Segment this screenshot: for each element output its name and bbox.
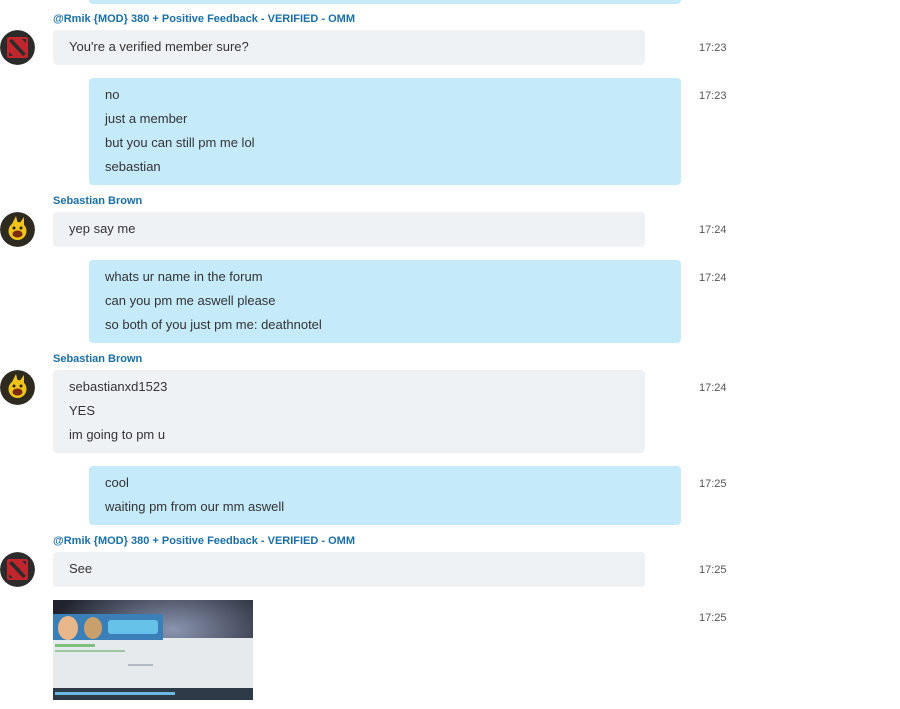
message-bubble-incoming[interactable]: See (53, 552, 645, 587)
avatar-sebastian[interactable] (0, 370, 35, 405)
message-line: See (69, 561, 93, 576)
message-line: yep say me (69, 221, 136, 236)
message-timestamp: 17:25 (699, 612, 727, 624)
message-line: sebastianxd1523 (69, 379, 168, 394)
message-line: sebastian (105, 159, 161, 174)
character-avatar-icon (0, 212, 35, 247)
message-timestamp: 17:24 (699, 382, 727, 394)
message-timestamp: 17:24 (699, 224, 727, 236)
message-bubble-outgoing[interactable]: no just a member but you can still pm me… (89, 78, 681, 185)
sender-name[interactable]: @Rmik {MOD} 380 + Positive Feedback - VE… (53, 13, 355, 25)
photo-thumbnail-icon (53, 600, 253, 700)
dota-logo-icon (0, 552, 35, 587)
message-timestamp: 17:23 (699, 42, 727, 54)
message-line: can you pm me aswell please (105, 293, 276, 308)
avatar-rmik[interactable] (0, 30, 35, 65)
message-line: YES (69, 403, 96, 418)
message-line: just a member (105, 111, 188, 126)
avatar-sebastian[interactable] (0, 212, 35, 247)
message-line: im going to pm u (69, 427, 166, 442)
previous-outgoing-bubble-edge (89, 0, 681, 4)
message-line: You're a verified member sure? (69, 39, 249, 54)
message-line: whats ur name in the forum (105, 269, 263, 284)
message-bubble-incoming[interactable]: You're a verified member sure? (53, 30, 645, 65)
message-timestamp: 17:25 (699, 564, 727, 576)
message-timestamp: 17:24 (699, 272, 727, 284)
message-bubble-outgoing[interactable]: cool waiting pm from our mm aswell (89, 466, 681, 525)
message-bubble-incoming[interactable]: yep say me (53, 212, 645, 247)
message-line: waiting pm from our mm aswell (105, 499, 285, 514)
message-bubble-incoming[interactable]: sebastianxd1523 YES im going to pm u (53, 370, 645, 453)
sender-name[interactable]: @Rmik {MOD} 380 + Positive Feedback - VE… (53, 535, 355, 547)
sender-name[interactable]: Sebastian Brown (53, 195, 142, 207)
avatar-rmik[interactable] (0, 552, 35, 587)
message-timestamp: 17:23 (699, 90, 727, 102)
message-line: but you can still pm me lol (105, 135, 255, 150)
message-line: no (105, 87, 120, 102)
message-line: so both of you just pm me: deathnotel (105, 317, 322, 332)
sender-name[interactable]: Sebastian Brown (53, 353, 142, 365)
dota-logo-icon (0, 30, 35, 65)
message-timestamp: 17:25 (699, 478, 727, 490)
message-line: cool (105, 475, 129, 490)
message-bubble-outgoing[interactable]: whats ur name in the forum can you pm me… (89, 260, 681, 343)
character-avatar-icon (0, 370, 35, 405)
image-attachment[interactable] (53, 600, 253, 700)
